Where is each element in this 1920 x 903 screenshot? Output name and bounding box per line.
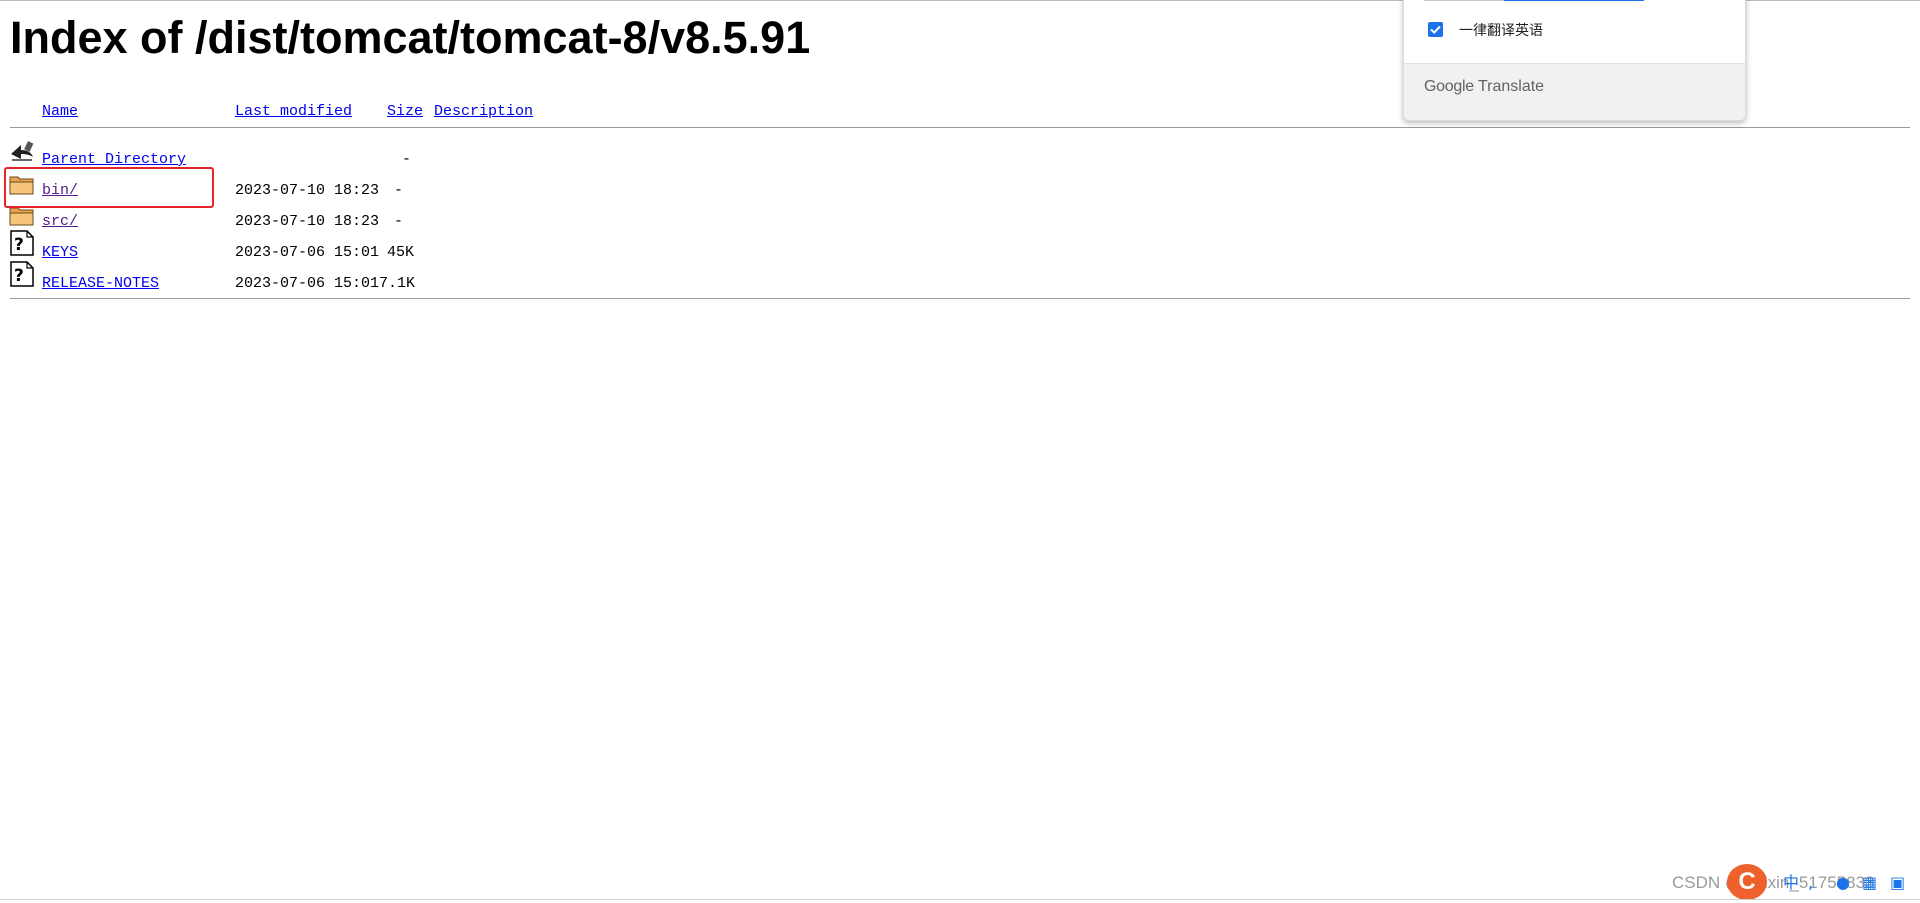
column-header-size[interactable]: Size <box>387 103 423 120</box>
row-size: - <box>394 213 404 230</box>
row-size: - <box>402 151 412 168</box>
row-size: - <box>394 182 404 199</box>
row-name-link[interactable]: RELEASE-NOTES <box>42 275 159 292</box>
svg-text:?: ? <box>14 266 24 286</box>
translate-wordmark: Translate <box>1477 78 1545 95</box>
translate-popup: 一律翻译英语 Google Translate <box>1403 0 1746 121</box>
row-last-modified: 2023-07-06 15:01 <box>235 275 380 292</box>
row-name-link[interactable]: Parent Directory <box>42 151 186 168</box>
ime-punctuation-icon[interactable]: , <box>1808 872 1813 894</box>
footer-divider <box>10 298 1910 299</box>
apps-grid-icon[interactable]: ▣ <box>1890 872 1905 894</box>
row-size: 45K <box>387 244 415 261</box>
row-last-modified: 2023-07-10 18:23 <box>235 182 380 199</box>
microphone-icon[interactable]: ● <box>1836 872 1850 894</box>
ime-chinese-icon[interactable]: 中 <box>1783 872 1799 894</box>
always-translate-label[interactable]: 一律翻译英语 <box>1459 20 1543 40</box>
google-translate-logo: Google Translate <box>1424 78 1544 96</box>
column-header-description[interactable]: Description <box>434 103 533 120</box>
keyboard-icon[interactable]: ▦ <box>1862 872 1877 894</box>
google-wordmark: Google <box>1424 78 1474 95</box>
header-divider <box>10 127 1910 128</box>
row-size: 7.1K <box>379 275 416 292</box>
window-bottom-border <box>0 899 1920 900</box>
back-arrow-icon <box>11 141 34 161</box>
translate-tab-underline <box>1424 0 1504 1</box>
column-header-name[interactable]: Name <box>42 103 78 120</box>
row-last-modified: 2023-07-10 18:23 <box>235 213 380 230</box>
always-translate-checkbox[interactable] <box>1428 22 1443 37</box>
row-name-link[interactable]: KEYS <box>42 244 78 261</box>
checkmark-icon <box>1430 25 1441 34</box>
page-title: Index of /dist/tomcat/tomcat-8/v8.5.91 <box>10 12 811 63</box>
column-header-last-modified[interactable]: Last modified <box>235 103 352 120</box>
annotation-highlight-box <box>4 167 214 208</box>
unknown-file-icon: ? <box>10 261 34 287</box>
translate-active-tab-indicator[interactable] <box>1504 0 1644 1</box>
unknown-file-icon: ? <box>10 230 34 256</box>
row-last-modified: 2023-07-06 15:01 <box>235 244 380 261</box>
csdn-logo-icon: C <box>1727 864 1767 900</box>
row-name-link[interactable]: src/ <box>42 213 78 230</box>
svg-text:?: ? <box>14 235 24 255</box>
